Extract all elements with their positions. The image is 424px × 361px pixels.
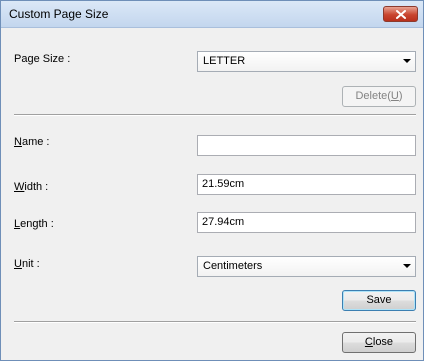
delete-button[interactable]: Delete(U) — [342, 86, 416, 107]
width-label-mnemonic: W — [14, 181, 25, 193]
delete-button-mnemonic: U — [390, 90, 399, 102]
save-button[interactable]: Save — [342, 290, 416, 311]
name-input[interactable] — [197, 135, 416, 156]
delete-button-label: Delete( — [355, 90, 391, 102]
length-input[interactable]: 27.94cm — [197, 212, 416, 233]
length-label-rest: ength : — [20, 218, 54, 230]
unit-value: Centimeters — [203, 260, 263, 272]
window-close-button[interactable] — [383, 6, 418, 22]
name-label-rest: ame : — [21, 136, 50, 148]
delete-button-suffix: ) — [398, 90, 403, 102]
close-button-rest: lose — [372, 336, 394, 348]
close-button[interactable]: Close — [342, 332, 416, 353]
title-bar[interactable]: Custom Page Size — [1, 1, 423, 28]
length-label: Length : — [14, 218, 54, 230]
unit-label: Unit : — [14, 258, 40, 270]
name-label-mnemonic: N — [14, 136, 22, 148]
close-icon — [395, 9, 406, 19]
name-label: Name : — [14, 136, 49, 148]
unit-label-rest: nit : — [21, 258, 40, 270]
chevron-down-icon — [403, 59, 411, 63]
width-input[interactable]: 21.59cm — [197, 174, 416, 195]
unit-label-mnemonic: U — [14, 258, 22, 270]
divider-top — [14, 114, 416, 116]
chevron-down-icon — [403, 264, 411, 268]
divider-bottom — [14, 321, 416, 323]
page-size-label: Page Size : — [14, 53, 71, 65]
window-title: Custom Page Size — [9, 7, 109, 21]
page-size-value: LETTER — [203, 55, 246, 67]
width-label-rest: idth : — [24, 181, 49, 193]
page-size-select[interactable]: LETTER — [197, 51, 416, 72]
close-button-mnemonic: C — [364, 336, 373, 348]
unit-select[interactable]: Centimeters — [197, 256, 416, 277]
width-label: Width : — [14, 181, 48, 193]
custom-page-size-dialog: Custom Page Size Page Size : LETTER Dele… — [0, 0, 424, 361]
